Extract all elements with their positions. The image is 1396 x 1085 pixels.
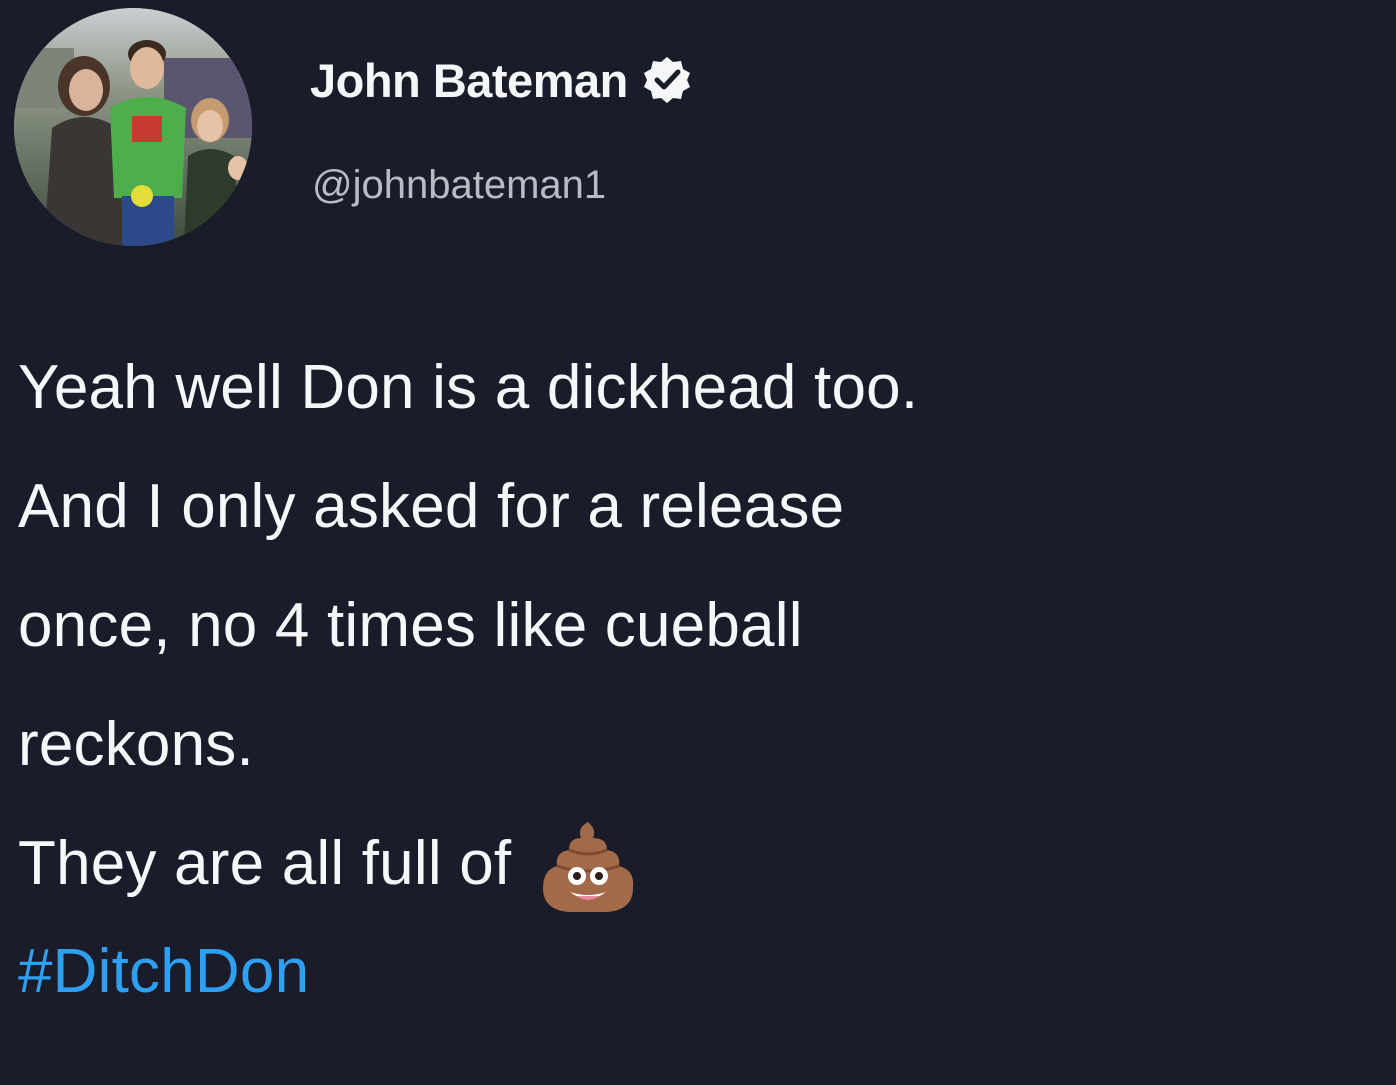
hashtag-link[interactable]: #DitchDon bbox=[18, 917, 1388, 1027]
tweet-text-line: They are all full of bbox=[18, 829, 512, 898]
avatar-photo bbox=[14, 8, 252, 246]
author-row: John Bateman bbox=[310, 50, 692, 110]
avatar[interactable] bbox=[14, 8, 252, 246]
tweet-text-line: And I only asked for a release bbox=[18, 472, 845, 541]
pile-of-poo-icon bbox=[537, 818, 639, 918]
verified-badge-icon bbox=[642, 55, 692, 105]
tweet-text: Yeah well Don is a dickhead too. And I o… bbox=[18, 328, 1388, 1027]
user-handle[interactable]: @johnbateman1 bbox=[312, 163, 606, 208]
tweet-text-line: once, no 4 times like cueball bbox=[18, 591, 803, 660]
tweet-card: John Bateman @johnbateman1 Yeah well Don… bbox=[0, 0, 1396, 1085]
tweet-text-line: reckons. bbox=[18, 710, 254, 779]
display-name[interactable]: John Bateman bbox=[310, 53, 628, 108]
tweet-text-line-emoji: They are all full of bbox=[18, 804, 1388, 923]
tweet-text-line: Yeah well Don is a dickhead too. bbox=[18, 353, 919, 422]
